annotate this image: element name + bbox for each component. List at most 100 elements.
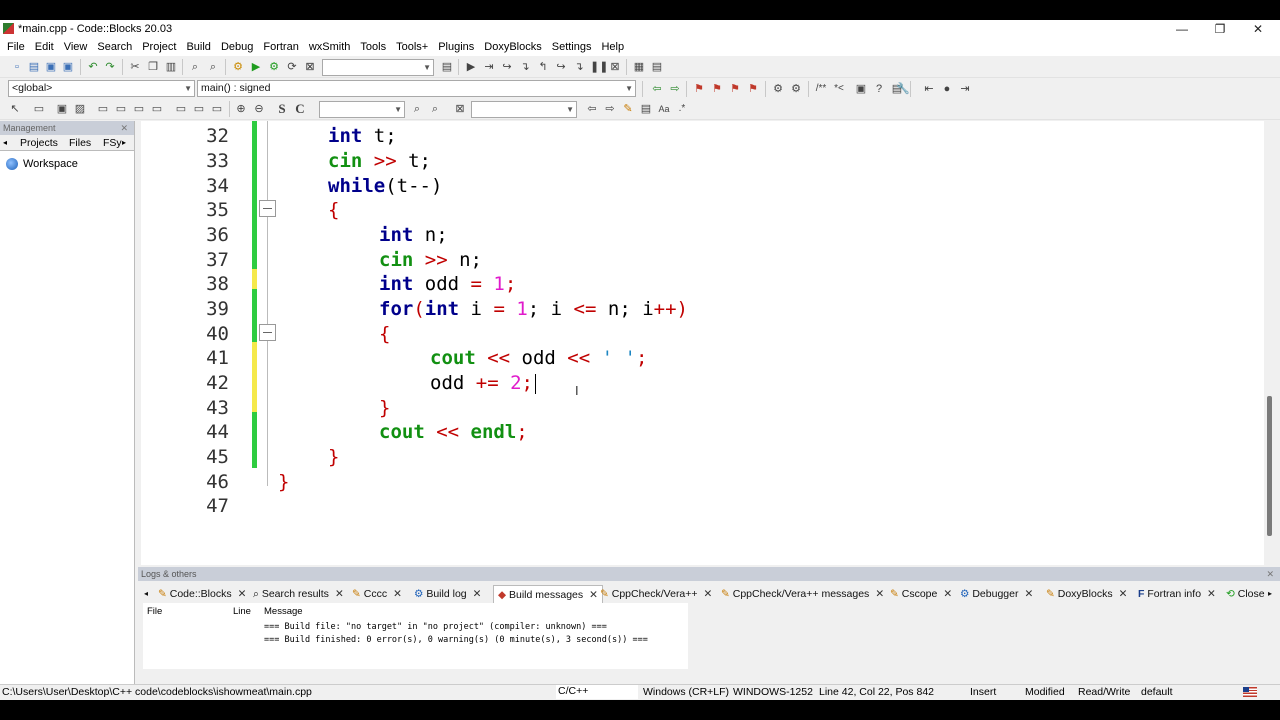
new-file-icon[interactable]: ▫ [10,60,24,74]
menu-plugins[interactable]: Plugins [433,41,479,53]
tab-cppcheck[interactable]: ✎ CppCheck/Vera++ ✕ [600,585,712,603]
menu-search[interactable]: Search [92,41,137,53]
code-editor[interactable]: 32 33 34 35 36 37 38 39 40 41 42 43 44 4… [141,121,1280,569]
column-header-message[interactable]: Message [264,606,303,617]
various-info-icon[interactable]: ▤ [650,60,664,74]
column-header-line[interactable]: Line [233,606,251,617]
previous-bookmark-icon[interactable]: ⚑ [710,82,724,96]
pause-icon[interactable]: ❚❚ [590,60,608,74]
menu-project[interactable]: Project [137,41,181,53]
save-all-icon[interactable]: ▣ [61,60,75,74]
tab-projects[interactable]: Projects [20,137,58,149]
next-bookmark-icon[interactable]: ⚑ [728,82,742,96]
build-messages-table[interactable]: File Line Message === Build file: "no ta… [143,603,688,669]
jump-prev-icon[interactable]: ⇤ [922,82,936,96]
wx-panel2-icon[interactable]: ▭ [114,102,128,116]
tab-closed-files[interactable]: ⟲ Close [1226,585,1268,603]
debug-start-icon[interactable]: ▶ [464,60,478,74]
scope-select[interactable]: <global> ▼ [8,80,195,97]
close-icon[interactable]: ✕ [704,588,713,600]
comment-block-icon[interactable]: /** [814,82,828,96]
search-c-icon[interactable]: C [293,102,307,116]
help-icon[interactable]: ? [872,82,886,96]
clear-bookmarks-icon[interactable]: ⚑ [746,82,760,96]
tab-doxyblocks[interactable]: ✎ DoxyBlocks ✕ [1046,585,1127,603]
step-out-icon[interactable]: ↰ [536,60,550,74]
build-message-row[interactable]: === Build finished: 0 error(s), 0 warnin… [264,635,648,645]
abort-icon[interactable]: ⊠ [303,60,317,74]
tab-scroll-left-icon[interactable]: ◂ [144,585,148,603]
debugging-windows-icon[interactable]: ▦ [632,60,646,74]
tab-cccc[interactable]: ✎ Cccc ✕ [352,585,402,603]
wx-panel3-icon[interactable]: ▭ [132,102,146,116]
tab-fortran-info[interactable]: F Fortran info ✕ [1138,585,1216,603]
wx-box-icon[interactable]: ▣ [55,102,69,116]
save-icon[interactable]: ▣ [44,60,58,74]
tab-debugger[interactable]: ⚙ Debugger ✕ [960,585,1033,603]
tab-search-results[interactable]: ⌕ Search results ✕ [253,585,344,603]
paste-icon[interactable]: ▥ [164,60,178,74]
restore-button[interactable]: ❐ [1200,20,1240,38]
menu-tools[interactable]: Tools [355,41,391,53]
tab-scroll-left-icon[interactable]: ◂ [3,138,7,147]
search-text-select[interactable]: ▼ [319,101,405,118]
selected-text-icon[interactable]: ▤ [639,102,653,116]
build-and-run-icon[interactable]: ⚙ [267,60,281,74]
menu-help[interactable]: Help [596,41,629,53]
fold-toggle[interactable] [259,324,276,341]
build-gear-icon[interactable]: ⚙ [231,60,245,74]
menu-debug[interactable]: Debug [216,41,258,53]
pointer-icon[interactable]: ↖ [8,102,22,116]
build-message-row[interactable]: === Build file: "no target" in "no proje… [264,622,607,632]
tab-build-messages[interactable]: ◆ Build messages ✕ [493,585,603,603]
step-into-icon[interactable]: ↴ [518,60,532,74]
tab-cppcheck-messages[interactable]: ✎ CppCheck/Vera++ messages ✕ [721,585,884,603]
wrench-icon[interactable]: 🔧 [896,82,910,96]
close-icon[interactable]: ✕ [335,588,344,600]
wx-panel-icon[interactable]: ▭ [96,102,110,116]
close-icon[interactable]: ✕ [943,588,952,600]
next-line-icon[interactable]: ↪ [500,60,514,74]
close-icon[interactable]: ✕ [120,121,128,135]
close-icon[interactable]: ✕ [238,588,247,600]
redo-icon[interactable]: ↷ [103,60,117,74]
run-to-cursor-icon[interactable]: ⇥ [482,60,496,74]
menu-file[interactable]: File [2,41,30,53]
find-in-files-icon[interactable]: ⌕ [410,102,424,116]
wx-panel4-icon[interactable]: ▭ [150,102,164,116]
tab-scroll-right-icon[interactable]: ▸ [1268,585,1272,603]
menu-edit[interactable]: Edit [30,41,59,53]
menu-build[interactable]: Build [181,41,215,53]
search-s-icon[interactable]: S [275,102,289,116]
tab-build-log[interactable]: ⚙ Build log ✕ [414,585,481,603]
wx-frame-icon[interactable]: ▭ [32,102,46,116]
menu-tools-plus[interactable]: Tools+ [391,41,433,53]
tab-cscope[interactable]: ✎ Cscope ✕ [890,585,952,603]
jump-back-icon[interactable]: ⇦ [650,82,664,96]
match-case-icon[interactable]: Aa [657,102,671,116]
rebuild-icon[interactable]: ⟳ [285,60,299,74]
doxywizard-icon[interactable]: ▣ [854,82,868,96]
zoom-out-icon[interactable]: ⊖ [252,102,266,116]
next-instruction-icon[interactable]: ↪ [554,60,568,74]
tab-scroll-right-icon[interactable]: ▸ [122,138,126,147]
copy-icon[interactable]: ❐ [146,60,160,74]
close-icon[interactable]: ✕ [1266,567,1274,581]
comment-line-icon[interactable]: *< [832,82,846,96]
tab-codeblocks-log[interactable]: ✎ Code::Blocks ✕ [158,585,246,603]
minimize-button[interactable]: — [1162,20,1202,38]
close-icon[interactable]: ✕ [1207,588,1216,600]
target-options-icon[interactable]: ▤ [440,60,454,74]
close-icon[interactable]: ✕ [1119,588,1128,600]
stop-debugger-icon[interactable]: ⊠ [608,60,622,74]
close-icon[interactable]: ✕ [875,588,884,600]
search-options-icon[interactable]: ⌕ [428,102,442,116]
menu-wxsmith[interactable]: wxSmith [304,41,356,53]
menu-view[interactable]: View [59,41,93,53]
close-icon[interactable]: ✕ [589,589,598,601]
fortran-jump-icon[interactable]: ⚙ [771,82,785,96]
tab-fsymbols[interactable]: FSy [103,137,122,149]
record-icon[interactable]: ● [940,82,954,96]
regex-icon[interactable]: .* [675,102,689,116]
wx-grid-icon[interactable]: ▨ [73,102,87,116]
